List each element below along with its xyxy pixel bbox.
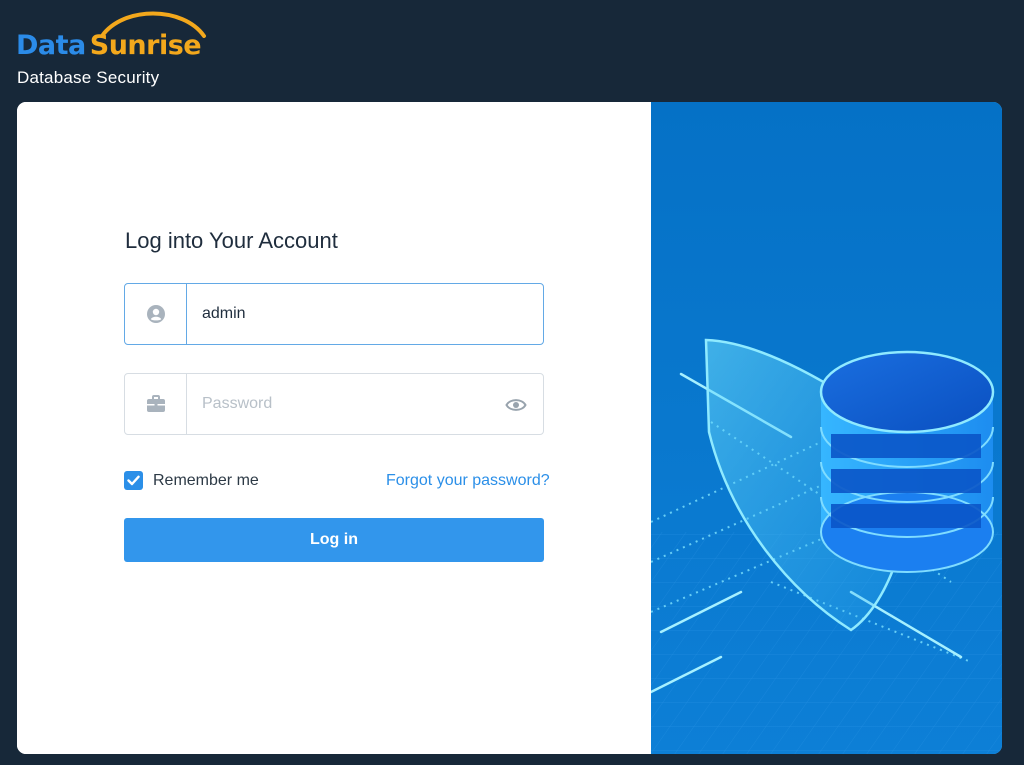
brand-logo-data: Data	[16, 30, 86, 61]
check-icon	[127, 475, 140, 486]
remember-me[interactable]: Remember me	[124, 471, 259, 490]
login-button[interactable]: Log in	[124, 518, 544, 562]
password-input[interactable]	[188, 374, 488, 434]
lock-briefcase-icon	[125, 374, 187, 434]
brand-logo: Data Sunrise	[16, 30, 202, 61]
username-field[interactable]	[124, 283, 544, 345]
login-card: Log into Your Account admin Remember me …	[17, 102, 1002, 754]
login-panel: Log into Your Account admin Remember me …	[17, 102, 651, 754]
brand-logo-sunrise: Sunrise	[89, 30, 202, 61]
remember-label: Remember me	[153, 471, 259, 489]
remember-checkbox[interactable]	[124, 471, 143, 490]
brand: Data Sunrise Database Security	[16, 8, 216, 92]
username-input[interactable]	[188, 284, 488, 344]
brand-subtitle: Database Security	[17, 68, 160, 87]
login-title: Log into Your Account	[125, 228, 338, 253]
security-illustration	[651, 102, 1002, 754]
password-field[interactable]	[124, 373, 544, 435]
forgot-password-link[interactable]: Forgot your password?	[386, 472, 550, 490]
shield-database-illustration	[651, 102, 1002, 754]
user-circle-icon	[125, 284, 187, 344]
eye-icon[interactable]	[505, 394, 527, 416]
